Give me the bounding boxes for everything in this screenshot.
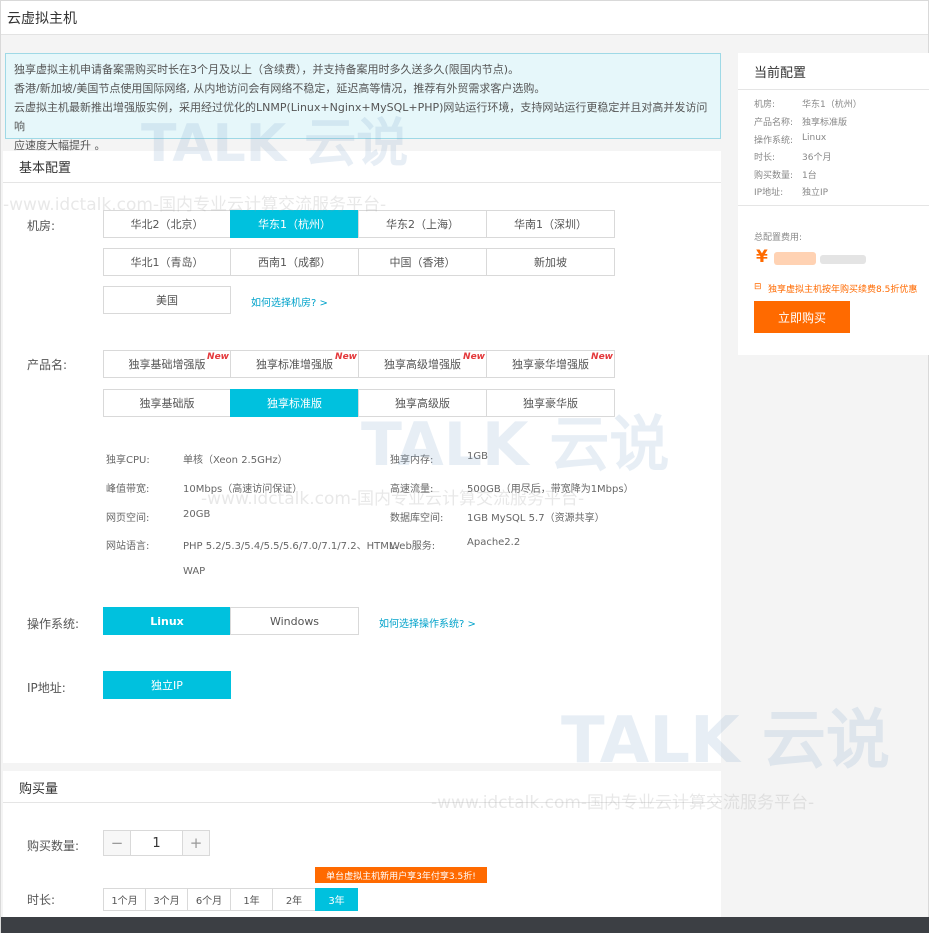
product-option[interactable]: 独享基础版 [103,389,231,417]
region-option[interactable]: 华北1（青岛） [103,248,231,276]
duration-option[interactable]: 1个月 [103,888,146,911]
qty-input[interactable]: 1 [130,831,183,855]
region-help-link[interactable]: 如何选择机房? > [251,294,328,309]
price-blurred-small [820,255,866,264]
spec-label: Web服务: [390,541,436,552]
spec-label: 独享CPU: [106,455,150,466]
spec-value: 1GB [467,451,488,462]
ip-label: IP地址: [27,681,66,695]
divider [738,89,929,90]
top-bar: 云虚拟主机 [1,1,928,35]
product-option-selected[interactable]: 独享标准版 [230,389,359,417]
divider [3,802,721,803]
qty-minus-button[interactable]: − [104,831,130,855]
summary-value: 独享标准版 [802,118,848,128]
duration-option[interactable]: 3个月 [145,888,188,911]
product-label: 产品名: [27,358,68,372]
duration-option[interactable]: 6个月 [187,888,231,911]
duration-label: 时长: [27,893,56,907]
spec-label: 峰值带宽: [106,484,150,495]
region-option-selected[interactable]: 华东1（杭州） [230,210,359,238]
notice-box: 独享虚拟主机申请备案需购买时长在3个月及以上（含续费），并支持备案用时多久送多久… [5,53,721,152]
summary-key: 购买数量: [754,171,794,181]
spec-value: 500GB（用尽后，带宽降为1Mbps） [467,484,634,495]
summary-value: Linux [802,133,827,143]
summary-key: 操作系统: [754,136,794,146]
os-option-windows[interactable]: Windows [230,607,359,635]
footer-bar [1,917,929,933]
region-option[interactable]: 华北2（北京） [103,210,231,238]
product-option[interactable]: 独享高级版 [358,389,487,417]
spec-label: 网站语言: [106,541,150,552]
duration-option[interactable]: 2年 [272,888,316,911]
promo-badge: 单台虚拟主机新用户享3年付享3.5折! [315,867,487,883]
product-option[interactable]: 独享基础增强版 New [103,350,231,378]
duration-option-selected[interactable]: 3年 [315,888,358,911]
summary-key: 时长: [754,153,776,163]
product-option[interactable]: 独享豪华增强版 New [486,350,615,378]
currency-symbol: ¥ [756,247,768,267]
summary-value: 36个月 [802,153,832,163]
region-option[interactable]: 西南1（成都） [230,248,359,276]
total-label: 总配置费用: [754,233,803,243]
notice-line: 香港/新加坡/美国节点使用国际网络, 从内地访问会有网络不稳定，延迟高等情况，推… [14,82,546,95]
os-help-link[interactable]: 如何选择操作系统? > [379,615,476,630]
region-option[interactable]: 华南1（深圳） [486,210,615,238]
region-label: 机房: [27,219,56,233]
product-option[interactable]: 独享标准增强版 New [230,350,359,378]
price-blurred [774,252,816,265]
spec-value: 20GB [183,509,211,520]
summary-key: 产品名称: [754,118,794,128]
spec-value: 单核（Xeon 2.5GHz） [183,455,288,466]
discount-note: 独享虚拟主机按年购买续费8.5折优惠 [768,285,918,295]
new-badge: New [463,352,485,362]
region-option[interactable]: 中国（香港） [358,248,487,276]
divider [738,205,929,206]
new-badge: New [591,352,613,362]
page: 云虚拟主机 独享虚拟主机申请备案需购买时长在3个月及以上（含续费），并支持备案用… [0,0,929,933]
summary-key: IP地址: [754,188,784,198]
spec-value: PHP 5.2/5.3/5.4/5.5/5.6/7.0/7.1/7.2、HTML… [183,541,405,552]
summary-value: 华东1（杭州） [802,100,862,110]
spec-value: 1GB MySQL 5.7（资源共享） [467,513,605,524]
basic-config-title: 基本配置 [19,161,72,176]
spec-value: Apache2.2 [467,537,521,548]
config-summary-panel: 当前配置 机房: 华东1（杭州） 产品名称: 独享标准版 操作系统: Linux… [738,53,929,355]
new-badge: New [207,352,229,362]
region-option[interactable]: 华东2（上海） [358,210,487,238]
spec-value: WAP [183,566,206,577]
summary-value: 1台 [802,171,817,181]
quantity-stepper: − 1 + [103,830,210,856]
new-badge: New [335,352,357,362]
product-option[interactable]: 独享豪华版 [486,389,615,417]
qty-label: 购买数量: [27,839,80,853]
product-option-label: 独享基础增强版 [128,358,206,371]
notice-line: 云虚拟主机最新推出增强版实例，采用经过优化的LNMP(Linux+Nginx+M… [14,101,708,133]
os-option-linux[interactable]: Linux [103,607,231,635]
buy-now-button[interactable]: 立即购买 [754,301,850,333]
region-option[interactable]: 新加坡 [486,248,615,276]
page-title: 云虚拟主机 [7,11,77,27]
product-option-label: 独享豪华增强版 [512,358,589,371]
summary-key: 机房: [754,100,776,110]
region-option[interactable]: 美国 [103,286,231,314]
duration-option[interactable]: 1年 [230,888,273,911]
qty-plus-button[interactable]: + [183,831,209,855]
ip-option-dedicated[interactable]: 独立IP [103,671,231,699]
product-option-label: 独享标准增强版 [256,358,333,371]
spec-label: 网页空间: [106,513,150,524]
divider [3,182,721,183]
purchase-title: 购买量 [19,782,59,797]
product-option[interactable]: 独享高级增强版 New [358,350,487,378]
spec-value: 10Mbps（高速访问保证） [183,484,303,495]
summary-title: 当前配置 [754,66,807,81]
os-label: 操作系统: [27,617,80,631]
spec-label: 独享内存: [390,455,434,466]
notice-line: 独享虚拟主机申请备案需购买时长在3个月及以上（含续费），并支持备案用时多久送多久… [14,63,520,76]
summary-value: 独立IP [802,188,829,198]
discount-icon: ⊟ [754,282,762,292]
spec-label: 数据库空间: [390,513,444,524]
spec-label: 高速流量: [390,484,434,495]
product-option-label: 独享高级增强版 [384,358,461,371]
